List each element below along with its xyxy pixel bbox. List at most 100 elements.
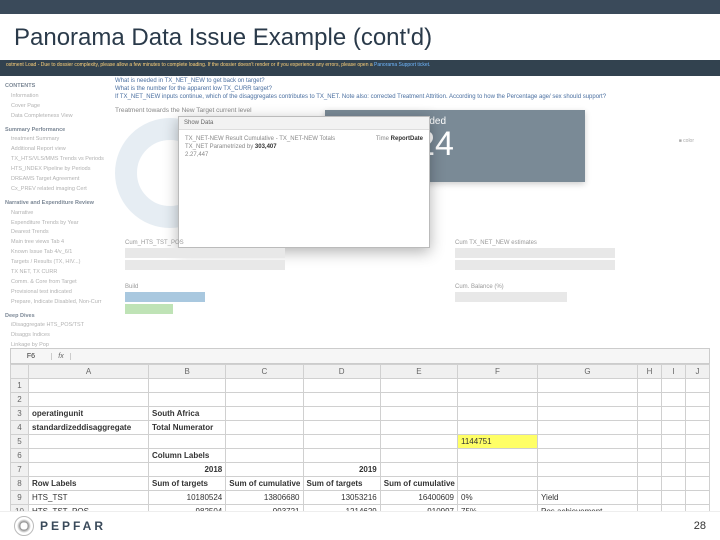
- cell[interactable]: [29, 449, 149, 463]
- sb-item[interactable]: HTS_INDEX Pipeline by Periods: [5, 165, 105, 175]
- cell[interactable]: [226, 435, 303, 449]
- table-row[interactable]: 3operatingunitSouth Africa: [11, 407, 710, 421]
- cell[interactable]: [380, 435, 457, 449]
- cell[interactable]: [686, 393, 710, 407]
- cell[interactable]: [638, 393, 662, 407]
- cell[interactable]: [303, 435, 380, 449]
- cell[interactable]: [686, 449, 710, 463]
- formula-bar[interactable]: F6 fx: [10, 348, 710, 364]
- cell[interactable]: [662, 379, 686, 393]
- cell[interactable]: 2019: [303, 463, 380, 477]
- sb-item[interactable]: Disaggs Indices: [5, 331, 105, 341]
- cell[interactable]: Sum of targets: [149, 477, 226, 491]
- cell[interactable]: [226, 421, 303, 435]
- cell[interactable]: [638, 407, 662, 421]
- table-row[interactable]: 6Column Labels: [11, 449, 710, 463]
- cell[interactable]: [662, 491, 686, 505]
- table-row[interactable]: 51144751: [11, 435, 710, 449]
- cell[interactable]: 13806680: [226, 491, 303, 505]
- cell[interactable]: [226, 463, 303, 477]
- sb-item[interactable]: Data Completeness View: [5, 112, 105, 122]
- cell[interactable]: [662, 407, 686, 421]
- cell[interactable]: [638, 379, 662, 393]
- cell[interactable]: [458, 449, 538, 463]
- cell[interactable]: Total Numerator: [149, 421, 226, 435]
- cell[interactable]: 1144751: [458, 435, 538, 449]
- cell[interactable]: [686, 463, 710, 477]
- cell[interactable]: [226, 393, 303, 407]
- cell[interactable]: [662, 477, 686, 491]
- sb-item[interactable]: Narrative: [5, 209, 105, 219]
- cell[interactable]: Column Labels: [149, 449, 226, 463]
- sb-item[interactable]: Cover Page: [5, 102, 105, 112]
- table-row[interactable]: 9HTS_TST10180524138066801305321616400609…: [11, 491, 710, 505]
- cell[interactable]: [29, 463, 149, 477]
- sb-item[interactable]: Additional Report view: [5, 145, 105, 155]
- cell[interactable]: [686, 379, 710, 393]
- cell[interactable]: [226, 379, 303, 393]
- cell[interactable]: 2018: [149, 463, 226, 477]
- sb-item[interactable]: Main tree views Tab 4: [5, 238, 105, 248]
- sb-item[interactable]: Expenditure Trends by Year: [5, 219, 105, 229]
- sb-item[interactable]: iDisaggregate HTS_POS/TST: [5, 321, 105, 331]
- cell[interactable]: [303, 393, 380, 407]
- sb-item[interactable]: treatment Summary: [5, 135, 105, 145]
- cell[interactable]: [149, 435, 226, 449]
- cell[interactable]: [686, 407, 710, 421]
- sb-item[interactable]: TX NET, TX CURR: [5, 268, 105, 278]
- cell[interactable]: Row Labels: [29, 477, 149, 491]
- cell[interactable]: [538, 393, 638, 407]
- sb-item[interactable]: Dearest Trends: [5, 228, 105, 238]
- sb-item[interactable]: Known Issue Tab 4/v_6/1: [5, 248, 105, 258]
- cell[interactable]: [458, 463, 538, 477]
- cell[interactable]: [303, 407, 380, 421]
- table-row[interactable]: 1: [11, 379, 710, 393]
- cell[interactable]: [662, 393, 686, 407]
- cell[interactable]: Sum of cumulative: [226, 477, 303, 491]
- sb-item[interactable]: Cx_PREV related imaging Cert: [5, 185, 105, 195]
- cell[interactable]: [686, 421, 710, 435]
- cell[interactable]: [303, 421, 380, 435]
- cell[interactable]: [458, 379, 538, 393]
- cell[interactable]: [380, 393, 457, 407]
- cell[interactable]: [149, 393, 226, 407]
- cell[interactable]: [538, 379, 638, 393]
- sb-item[interactable]: Provisional test indicated: [5, 288, 105, 298]
- cell[interactable]: [538, 435, 638, 449]
- cell[interactable]: [662, 463, 686, 477]
- cell[interactable]: [458, 393, 538, 407]
- cell[interactable]: [538, 421, 638, 435]
- cell[interactable]: Yield: [538, 491, 638, 505]
- cell[interactable]: [638, 477, 662, 491]
- sb-item[interactable]: Information: [5, 92, 105, 102]
- cell[interactable]: [149, 379, 226, 393]
- cell[interactable]: Sum of targets: [303, 477, 380, 491]
- cell[interactable]: [638, 491, 662, 505]
- table-row[interactable]: 4standardizeddisaggregateTotal Numerator: [11, 421, 710, 435]
- cell[interactable]: [458, 421, 538, 435]
- cell[interactable]: [380, 449, 457, 463]
- cell[interactable]: [538, 407, 638, 421]
- cell[interactable]: [29, 379, 149, 393]
- cell[interactable]: [29, 435, 149, 449]
- sb-item[interactable]: TX_HTS/VLS/MMS Trends vs Periods: [5, 155, 105, 165]
- table-row[interactable]: 720182019: [11, 463, 710, 477]
- cell[interactable]: [380, 407, 457, 421]
- cell[interactable]: 0%: [458, 491, 538, 505]
- cell[interactable]: [686, 435, 710, 449]
- cell[interactable]: [662, 435, 686, 449]
- cell[interactable]: South Africa: [149, 407, 226, 421]
- warn-link[interactable]: Panorama Support ticket.: [374, 62, 430, 68]
- cell[interactable]: Sum of cumulative: [380, 477, 457, 491]
- sb-item[interactable]: Prepare, Indicate Disabled, Non-Curr: [5, 298, 105, 308]
- cell[interactable]: operatingunit: [29, 407, 149, 421]
- cell[interactable]: [638, 449, 662, 463]
- cell[interactable]: [638, 463, 662, 477]
- cell[interactable]: [638, 421, 662, 435]
- cell[interactable]: [662, 449, 686, 463]
- cell[interactable]: [638, 435, 662, 449]
- cell[interactable]: [303, 379, 380, 393]
- cell[interactable]: [458, 407, 538, 421]
- cell[interactable]: [226, 407, 303, 421]
- cell[interactable]: [686, 477, 710, 491]
